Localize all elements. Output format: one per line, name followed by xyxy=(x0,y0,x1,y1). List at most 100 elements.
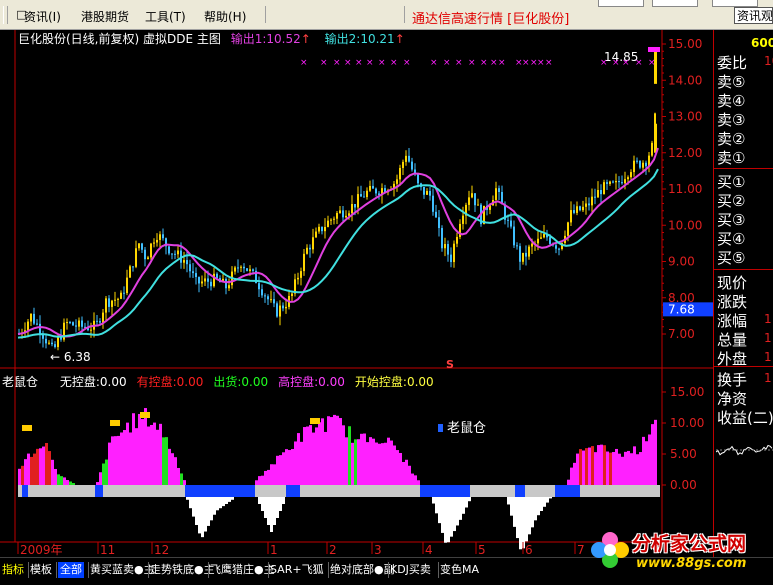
chart-area[interactable]: 14.85← 6.38S × × × × × × × × × × × × × × × × × × × × × × × × × × … xyxy=(0,30,713,557)
tab-separator xyxy=(28,562,29,578)
candle-body xyxy=(306,247,308,254)
top-tab-2[interactable] xyxy=(652,0,698,7)
candle-body xyxy=(72,322,74,326)
menu-separator xyxy=(265,6,266,23)
indicator-bar xyxy=(597,445,600,485)
dip-bar xyxy=(432,497,435,504)
quote-row-label: 现价 xyxy=(717,274,748,292)
candle-body xyxy=(291,293,293,297)
menu-item-tools[interactable]: 工具(T) xyxy=(145,8,186,25)
flag-marker-icon xyxy=(310,418,320,424)
dip-bar xyxy=(192,497,195,517)
indicator-bar xyxy=(135,428,138,485)
indicator-bar xyxy=(105,459,108,485)
dip-bar xyxy=(198,497,201,534)
candle-body xyxy=(258,283,260,290)
tab-9[interactable]: 变色MA xyxy=(440,562,479,578)
candle-body xyxy=(303,253,305,272)
top-tab-3[interactable] xyxy=(712,0,758,7)
tab-3[interactable]: 黄买蓝卖●主 xyxy=(90,562,155,578)
blue-segment xyxy=(22,485,28,497)
dip-bar xyxy=(279,497,282,511)
dip-bar xyxy=(450,497,453,537)
candle-body xyxy=(576,206,578,213)
top-tab-1[interactable] xyxy=(598,0,644,7)
quote-row-label: 委比 xyxy=(717,54,748,72)
indicator-bar xyxy=(168,448,171,485)
tab-7[interactable]: 绝对底部●副 xyxy=(330,562,395,578)
indicator-bar xyxy=(27,453,30,485)
tab-1[interactable]: 模板 xyxy=(30,562,52,578)
search-input[interactable]: 资讯观 xyxy=(734,7,773,24)
indicator-bar xyxy=(30,456,33,485)
tab-8[interactable]: KDJ买卖 xyxy=(390,562,431,578)
indicator-bar xyxy=(54,468,57,485)
indicator-bar xyxy=(573,462,576,485)
indicator-bar xyxy=(48,451,51,485)
candle-body xyxy=(453,243,455,263)
indicator-bar xyxy=(378,443,381,485)
dip-bar xyxy=(465,497,468,508)
candle-body xyxy=(186,260,188,265)
candle-body xyxy=(402,161,404,168)
indicator-bar xyxy=(288,450,291,485)
candle-body xyxy=(57,337,59,348)
indicator-bar xyxy=(18,468,21,485)
indicator-bar xyxy=(72,483,75,485)
dip-bar xyxy=(270,497,273,532)
indicator-bar xyxy=(315,427,318,485)
indicator-bar xyxy=(357,439,360,485)
dip-bar xyxy=(273,497,276,525)
indicator-bar xyxy=(36,448,39,485)
tab-0[interactable]: 指标 xyxy=(2,562,24,578)
candle-body xyxy=(285,306,287,309)
candle-body xyxy=(168,246,170,254)
indicator-bar xyxy=(285,449,288,485)
candle-body xyxy=(522,252,524,262)
menu-item-hk-futures[interactable]: 港股期货 xyxy=(81,8,129,25)
indicator-bar xyxy=(393,445,396,485)
tab-4[interactable]: 走势铁底●主 xyxy=(150,562,215,578)
price-label: 14.00 xyxy=(668,73,702,87)
indicator-bar xyxy=(141,419,144,485)
dip-bar xyxy=(189,497,192,509)
indicator-bar xyxy=(630,453,633,485)
flag-marker-icon xyxy=(110,420,120,426)
indicator-bar xyxy=(33,453,36,485)
dip-bar xyxy=(540,497,543,511)
candle-body xyxy=(207,278,209,282)
quote-divider xyxy=(714,168,773,169)
candle-body xyxy=(633,160,635,173)
candle-body xyxy=(459,223,461,237)
dip-bar xyxy=(216,497,219,511)
tab-2[interactable]: 全部 xyxy=(58,562,84,578)
blue-segment xyxy=(185,485,255,497)
dip-bar xyxy=(513,497,516,527)
candle-body xyxy=(558,248,560,250)
candle-body xyxy=(138,243,140,249)
dip-bar xyxy=(438,497,441,524)
menu-item-news[interactable]: 资讯(I) xyxy=(24,8,61,25)
watermark: 分析家公式网 www.88gs.com xyxy=(590,526,773,581)
quote-row-label: 卖④ xyxy=(717,92,746,110)
candle-body xyxy=(444,244,446,249)
price-label: 7.00 xyxy=(668,327,695,341)
quote-row-label: 买② xyxy=(717,192,746,210)
candle-body xyxy=(600,190,602,195)
candle-body xyxy=(276,303,278,317)
x-axis-label: 2 xyxy=(329,543,337,557)
indicator-axis-label: 5.00 xyxy=(670,447,697,461)
candle-body xyxy=(159,234,161,240)
menu-item-help[interactable]: 帮助(H) xyxy=(204,8,246,25)
tab-5[interactable]: 飞鹰猎庄●主 xyxy=(210,562,275,578)
x-marker-icon: × xyxy=(333,58,341,68)
x-marker-icon: × xyxy=(490,58,498,68)
tab-6[interactable]: SAR+飞狐 xyxy=(270,562,324,578)
toolbar-grip[interactable] xyxy=(3,6,8,24)
x-axis-label: 1 xyxy=(270,543,278,557)
indicator-bar xyxy=(405,459,408,485)
candle-body xyxy=(540,237,542,239)
blue-segment xyxy=(286,485,300,497)
candle-body xyxy=(300,271,302,278)
indicator-bar xyxy=(21,465,24,485)
